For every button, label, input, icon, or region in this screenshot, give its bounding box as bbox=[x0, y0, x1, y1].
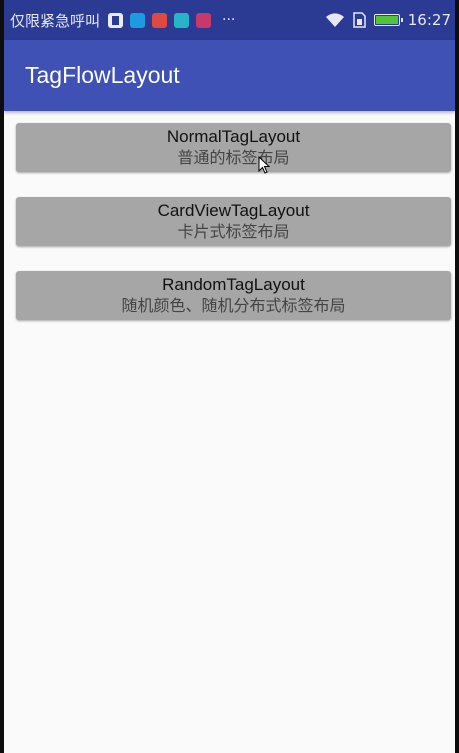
game-icon bbox=[174, 12, 190, 28]
device-screen: 仅限紧急呼叫 ··· 16:27 TagFlowLayout NormalTag… bbox=[0, 0, 459, 753]
normal-tag-layout-button[interactable]: NormalTagLayout 普通的标签布局 bbox=[16, 123, 451, 172]
wifi-icon bbox=[325, 13, 344, 27]
button-subtitle: 随机颜色、随机分布式标签布局 bbox=[121, 295, 346, 315]
mail-icon bbox=[130, 12, 146, 28]
battery-icon bbox=[373, 14, 403, 26]
button-subtitle: 卡片式标签布局 bbox=[177, 221, 290, 241]
clock: 16:27 bbox=[407, 11, 451, 29]
heart-icon bbox=[152, 12, 168, 28]
card-view-tag-layout-button[interactable]: CardViewTagLayout 卡片式标签布局 bbox=[16, 197, 451, 246]
app-bar: TagFlowLayout bbox=[4, 40, 455, 111]
more-notifications-icon: ··· bbox=[222, 12, 236, 28]
status-bar: 仅限紧急呼叫 ··· 16:27 bbox=[4, 0, 455, 40]
sim-icon bbox=[353, 12, 366, 28]
carrier-text: 仅限紧急呼叫 bbox=[10, 11, 101, 30]
random-tag-layout-button[interactable]: RandomTagLayout 随机颜色、随机分布式标签布局 bbox=[16, 271, 451, 320]
button-title: CardViewTagLayout bbox=[157, 200, 310, 220]
status-right: 16:27 bbox=[325, 11, 451, 29]
notification-icons: ··· bbox=[108, 12, 235, 28]
battery-level bbox=[375, 16, 398, 24]
document-icon bbox=[108, 12, 124, 28]
button-title: RandomTagLayout bbox=[162, 274, 305, 294]
app-icon bbox=[196, 12, 212, 28]
mouse-cursor-icon bbox=[258, 156, 270, 174]
button-title: NormalTagLayout bbox=[166, 126, 301, 146]
app-title: TagFlowLayout bbox=[25, 62, 180, 88]
button-subtitle: 普通的标签布局 bbox=[177, 147, 290, 167]
button-list: NormalTagLayout 普通的标签布局 CardViewTagLayou… bbox=[16, 123, 451, 345]
